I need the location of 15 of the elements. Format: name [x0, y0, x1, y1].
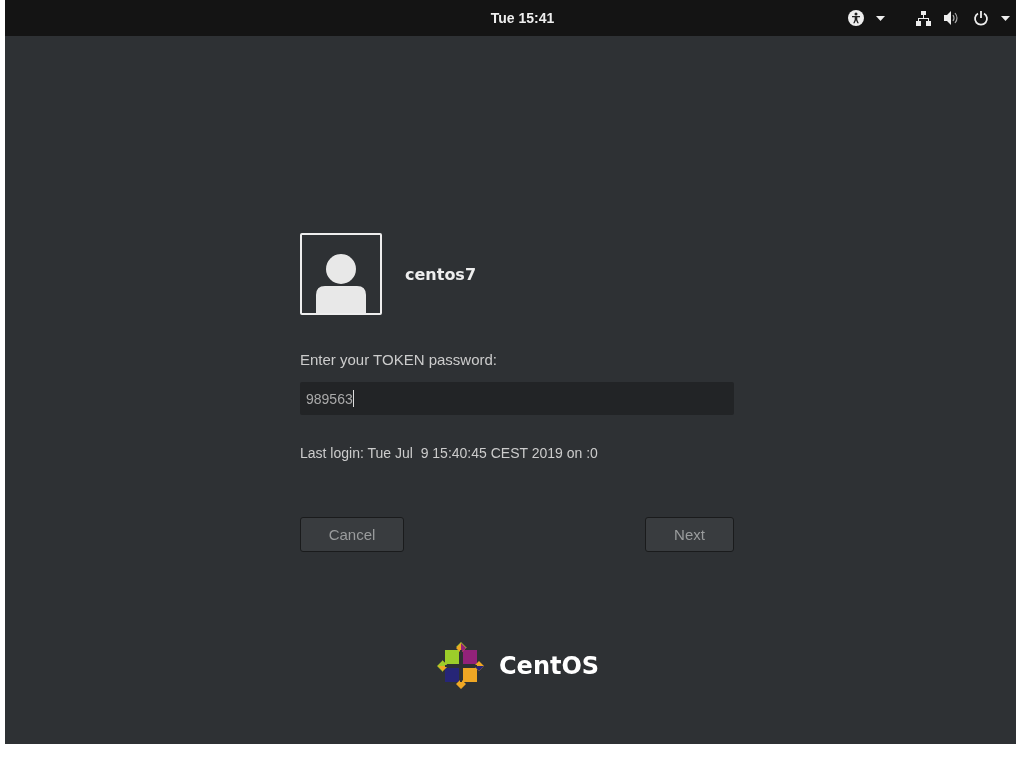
password-field[interactable]: 989563 [300, 382, 734, 415]
power-icon[interactable] [973, 10, 989, 26]
next-button[interactable]: Next [645, 517, 734, 552]
prompt-label: Enter your TOKEN password: [300, 351, 499, 368]
clock[interactable]: Tue 15:41 [490, 10, 555, 26]
accessibility-icon[interactable] [848, 10, 864, 26]
caret-icon[interactable] [876, 15, 885, 21]
network-icon[interactable] [916, 10, 931, 26]
caret-icon[interactable] [1001, 15, 1010, 21]
volume-icon[interactable] [944, 11, 960, 25]
logo-icon [437, 642, 485, 690]
logo-wordmark: CentOS [499, 652, 600, 680]
last-login-text: Last login: Tue Jul 9 15:40:45 CEST 2019 on :0 [300, 445, 599, 461]
user-name: centos7 [405, 264, 477, 284]
cancel-button[interactable]: Cancel [300, 517, 404, 552]
